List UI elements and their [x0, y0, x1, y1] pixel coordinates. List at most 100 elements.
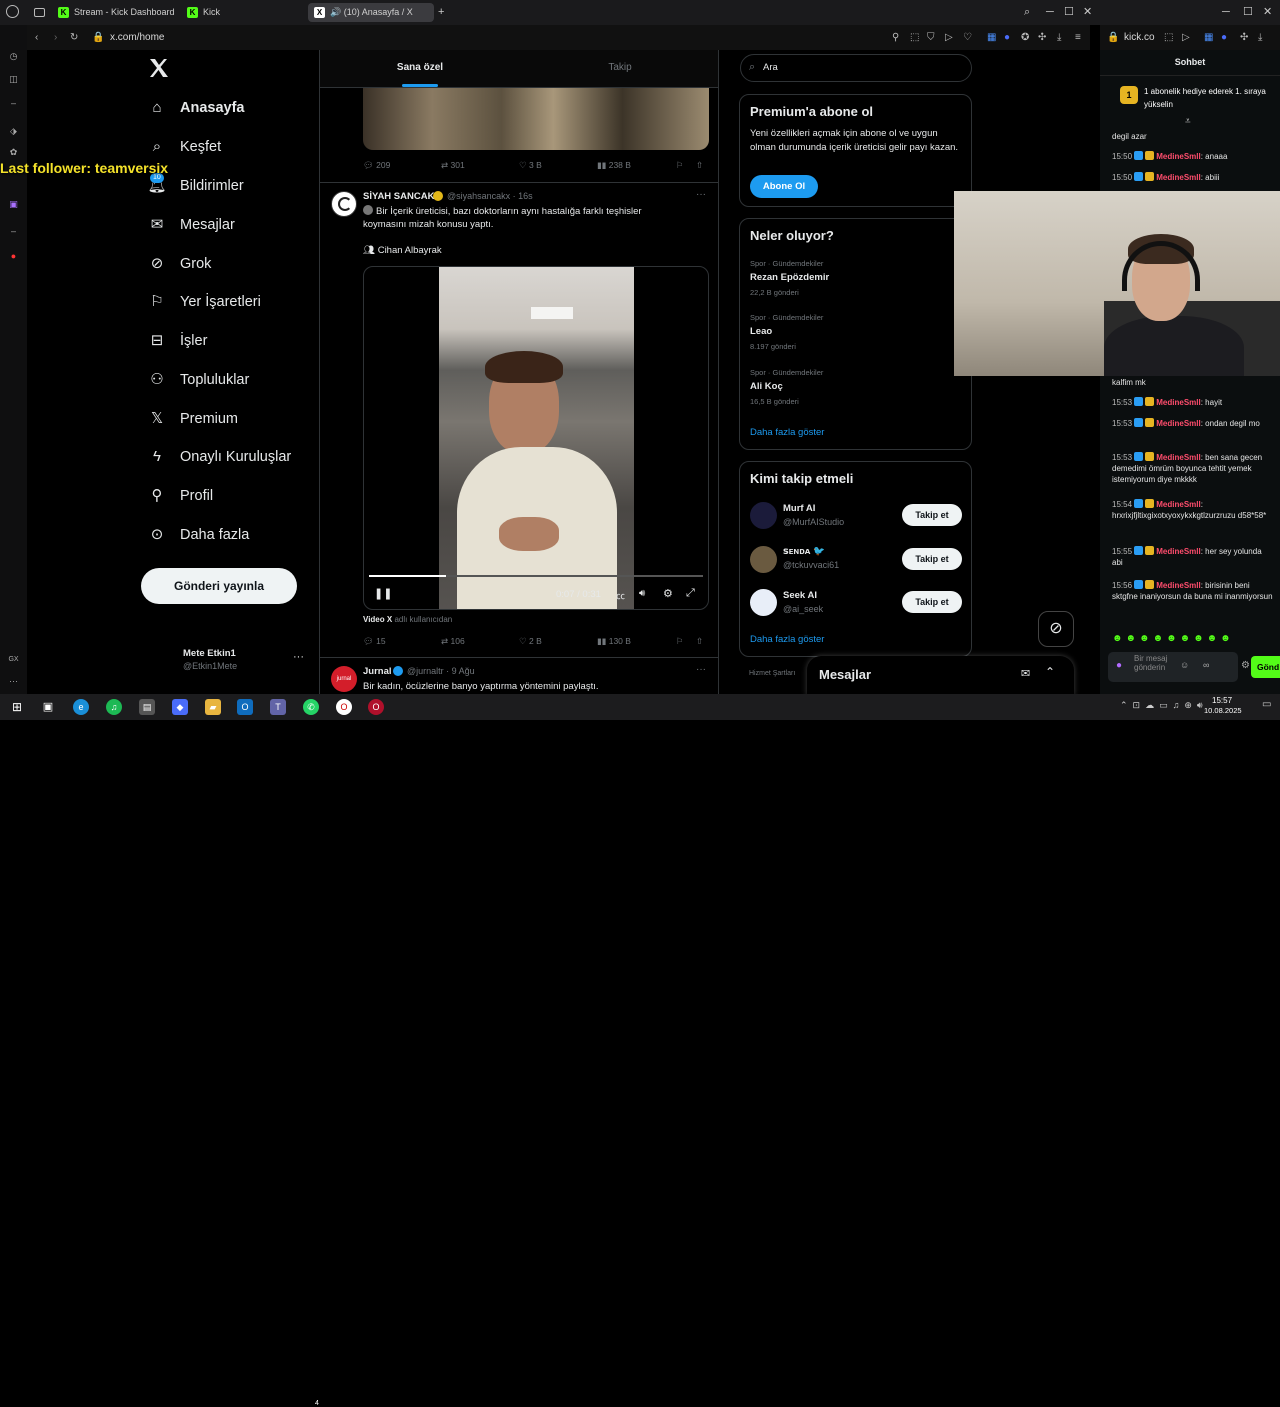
reload-icon[interactable]: ↻ [70, 31, 78, 44]
share-icon[interactable]: ⇧ [696, 160, 703, 171]
calculator-icon[interactable]: ▤ [139, 699, 155, 715]
post-more-icon[interactable]: ··· [696, 189, 706, 200]
suggestion-name[interactable]: Seek AI [783, 590, 817, 601]
windows-start-icon[interactable]: ⊞ [9, 699, 25, 715]
minimize-icon[interactable]: ─ [1046, 4, 1054, 20]
extension-icon[interactable]: ✪ [1021, 31, 1029, 44]
notification-icon[interactable]: ▭ [1262, 699, 1271, 710]
bookmark-icon[interactable]: ⚐ [676, 636, 684, 647]
forward-icon[interactable]: › [54, 31, 57, 44]
pinned-gift-message[interactable]: 1 abonelik hediye ederek 1. sıraya yükse… [1144, 85, 1274, 111]
maximize-icon[interactable]: ☐ [1064, 4, 1074, 20]
like-button[interactable]: ♡ 2 B [519, 636, 542, 647]
file-explorer-icon[interactable]: ▰ [205, 699, 221, 715]
youtube-icon[interactable]: ● [7, 250, 20, 263]
translate-icon[interactable]: ▦ [987, 31, 996, 44]
teams-icon[interactable]: T [270, 699, 286, 715]
clock-time[interactable]: 15:57 [1212, 696, 1232, 705]
send-button[interactable]: Gönd [1251, 656, 1280, 678]
mic-icon[interactable]: ● [1116, 660, 1122, 671]
post-avatar[interactable]: jurnal [331, 666, 357, 692]
reply-button[interactable]: 💬︎ 209 [363, 160, 390, 171]
tab-kick[interactable]: K Kick [181, 3, 301, 22]
views-count[interactable]: ▮▮ 238 B [597, 160, 631, 171]
heart-icon[interactable]: ♡ [963, 31, 972, 44]
account-more-icon[interactable]: ··· [293, 651, 304, 663]
avatar[interactable] [750, 589, 777, 616]
post-more-icon[interactable]: ··· [696, 664, 706, 675]
follow-button[interactable]: Takip et [902, 548, 962, 570]
opera-gx-icon[interactable]: O [336, 699, 352, 715]
pause-icon[interactable]: ❚❚ [374, 587, 392, 600]
volume-icon[interactable]: 🔊︎ [639, 588, 645, 599]
trends-show-more[interactable]: Daha fazla göster [750, 427, 824, 438]
spotify-icon[interactable]: ♫ [106, 699, 122, 715]
tab-sidebar-icon[interactable] [34, 8, 45, 17]
url-field[interactable]: x.com/home [110, 25, 164, 50]
tab-following[interactable]: Takip [520, 50, 718, 88]
more-icon[interactable]: ··· [7, 675, 20, 688]
tab-for-you[interactable]: Sana özel [320, 50, 520, 88]
close-icon[interactable]: ✕ [1263, 4, 1272, 20]
x-logo[interactable] [147, 56, 171, 80]
url-field-secondary[interactable]: kick.co [1124, 25, 1155, 50]
post-image[interactable] [363, 88, 709, 150]
chevron-down-icon[interactable]: ⩡ [1185, 116, 1191, 127]
messages-drawer[interactable]: Mesajlar ✉ ⌃ [807, 656, 1074, 694]
post-button[interactable]: Gönderi yayınla [141, 568, 297, 604]
play-icon[interactable]: ▷ [945, 31, 953, 44]
suggestion-name[interactable]: ꜱᴇɴᴅᴀ 🐦 [783, 546, 825, 557]
new-message-icon[interactable]: ✉ [1021, 667, 1030, 680]
menu-icon[interactable]: ≡ [1075, 31, 1081, 44]
account-switcher[interactable]: Mete Etkin1 @Etkin1Mete ··· [181, 647, 311, 677]
post-author-name[interactable]: Jurnal [363, 666, 392, 677]
app-icon[interactable]: ◆ [172, 699, 188, 715]
edge-icon[interactable]: e [73, 699, 89, 715]
follow-button[interactable]: Takip et [902, 504, 962, 526]
fullscreen-icon[interactable]: ⤢ [686, 587, 695, 600]
post-author-name[interactable]: SİYAH SANCAK [363, 191, 434, 202]
history-icon[interactable]: ◷ [7, 50, 20, 63]
new-tab-icon[interactable]: + [438, 4, 444, 20]
reply-button[interactable]: 💬︎ 15 [363, 636, 386, 647]
tab-x-home[interactable]: X 🔊 (10) Anasayfa / X [308, 3, 434, 22]
emoji-icon[interactable]: ☺ [1180, 660, 1189, 670]
post-mention[interactable]: 👥︎ Cihan Albayrak [363, 245, 442, 256]
clock-date[interactable]: 10.08.2025 [1204, 706, 1242, 715]
back-icon[interactable]: ‹ [35, 31, 38, 44]
search-tabs-icon[interactable]: ⌕ [1024, 4, 1030, 20]
twitch-icon[interactable]: ▣ [7, 198, 20, 211]
expand-icon[interactable]: ⌃ [1045, 665, 1055, 679]
close-icon[interactable]: ✕ [1083, 4, 1092, 20]
video-progress-track[interactable] [369, 575, 703, 577]
repost-button[interactable]: ⇄ 106 [441, 636, 465, 647]
download-icon[interactable]: ⤓ [1258, 31, 1262, 44]
captions-icon[interactable]: ㏄ [616, 589, 625, 602]
extension-blue-icon[interactable]: ● [1004, 31, 1010, 44]
chat-settings-icon[interactable]: ⚙ [1241, 660, 1250, 671]
cast-icon[interactable]: ⬚ [1164, 31, 1173, 44]
post-avatar[interactable] [331, 191, 357, 217]
minimize-icon[interactable]: ─ [1222, 4, 1230, 20]
browser-menu-icon[interactable] [6, 5, 19, 18]
search-box[interactable]: ⌕ Ara [740, 54, 972, 82]
gx-icon[interactable]: GX [7, 653, 20, 666]
puzzle-icon[interactable]: ✣ [1038, 31, 1046, 44]
search-input[interactable]: Ara [763, 62, 778, 73]
suggestion-name[interactable]: Murf AI [783, 503, 815, 514]
whatsapp-icon[interactable]: ✆ [303, 699, 319, 715]
emote-bar[interactable]: ☻☻☻☻☻☻☻☻☻ [1112, 633, 1272, 647]
screenshot-icon[interactable]: ⬚ [910, 31, 919, 44]
follow-button[interactable]: Takip et [902, 591, 962, 613]
follow-show-more[interactable]: Daha fazla göster [750, 634, 824, 645]
puzzle-icon[interactable]: ✣ [1240, 31, 1248, 44]
like-button[interactable]: ♡ 3 B [519, 160, 542, 171]
share-icon[interactable]: ⇧ [696, 636, 703, 647]
maximize-icon[interactable]: ☐ [1243, 4, 1253, 20]
avatar[interactable] [750, 502, 777, 529]
grok-fab[interactable]: ⊘ [1038, 611, 1074, 647]
footer-link[interactable]: Hizmet Şartları [749, 670, 795, 677]
video-player[interactable]: ❚❚ 0:07 / 0:31 ㏄ 🔊︎ ⚙ ⤢ [363, 266, 709, 610]
subscribe-button[interactable]: Abone Ol [750, 175, 818, 198]
extension-icon[interactable]: ⚲ [892, 31, 899, 44]
